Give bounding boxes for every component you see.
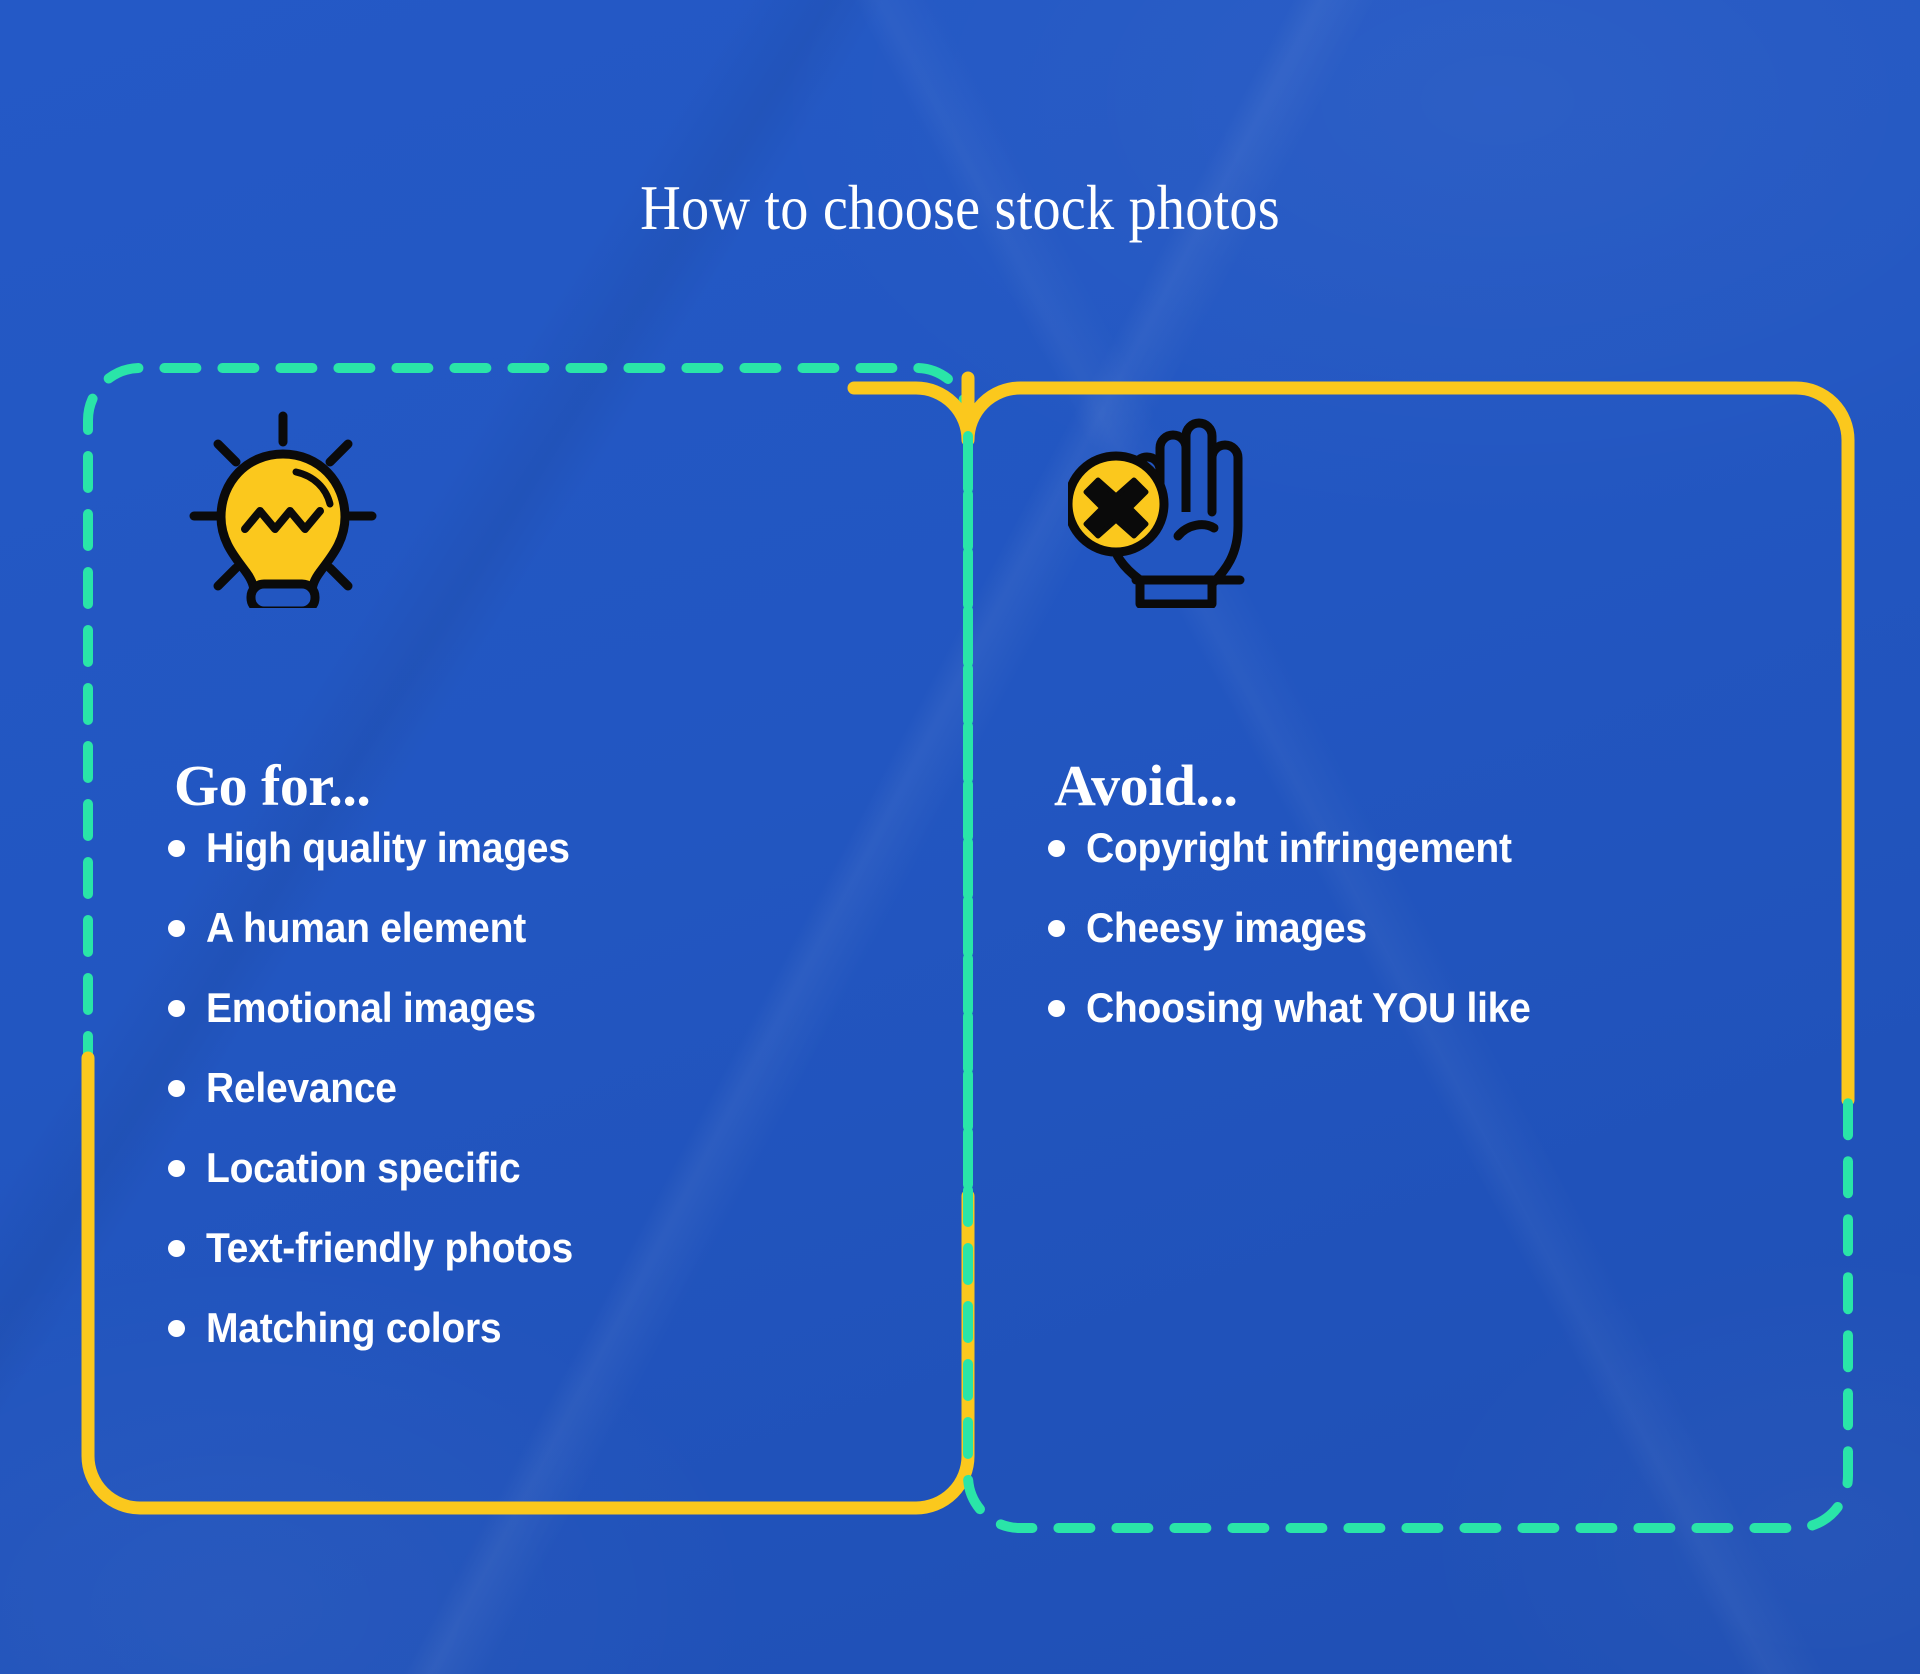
list-item: Cheesy images bbox=[1048, 888, 1564, 968]
bullet-dot-icon bbox=[1048, 999, 1065, 1017]
list-item-label: Choosing what YOU like bbox=[1086, 984, 1531, 1031]
bullet-dot-icon bbox=[168, 839, 185, 857]
bullet-dot-icon bbox=[168, 999, 185, 1017]
list-item-label: Emotional images bbox=[206, 984, 536, 1031]
bullet-dot-icon bbox=[168, 1159, 185, 1177]
list-item: Location specific bbox=[168, 1128, 601, 1208]
list-item-label: Location specific bbox=[206, 1144, 521, 1191]
list-item-label: Text-friendly photos bbox=[206, 1224, 573, 1271]
stop-hand-icon bbox=[1063, 408, 1268, 609]
bullet-dot-icon bbox=[1048, 839, 1065, 857]
list-item: Choosing what YOU like bbox=[1048, 968, 1564, 1048]
list-item: High quality images bbox=[168, 808, 601, 888]
bullet-dot-icon bbox=[168, 1319, 185, 1337]
list-item-label: Matching colors bbox=[206, 1304, 502, 1351]
bullet-dot-icon bbox=[168, 1079, 185, 1097]
card-avoid: Avoid... Copyright infringement Cheesy i… bbox=[847, 371, 1855, 1533]
list-item: Emotional images bbox=[168, 968, 601, 1048]
lightbulb-icon bbox=[188, 408, 378, 616]
bullet-dot-icon bbox=[168, 1239, 185, 1257]
list-item-label: High quality images bbox=[206, 824, 570, 871]
bullet-dot-icon bbox=[1048, 919, 1065, 937]
card-go-for: Go for... High quality images A human el… bbox=[81, 363, 975, 1515]
bullet-list-avoid: Copyright infringement Cheesy images Cho… bbox=[1048, 808, 1564, 1048]
list-item: Copyright infringement bbox=[1048, 808, 1564, 888]
bullet-dot-icon bbox=[168, 919, 185, 937]
list-item-label: Cheesy images bbox=[1086, 904, 1367, 951]
list-item-label: Copyright infringement bbox=[1086, 824, 1512, 871]
page-title: How to choose stock photos bbox=[640, 171, 1280, 243]
list-item: Relevance bbox=[168, 1048, 601, 1128]
list-item-label: A human element bbox=[206, 904, 526, 951]
list-item: A human element bbox=[168, 888, 601, 968]
bullet-list-go-for: High quality images A human element Emot… bbox=[168, 808, 601, 1368]
list-item: Matching colors bbox=[168, 1288, 601, 1368]
list-item: Text-friendly photos bbox=[168, 1208, 601, 1288]
list-item-label: Relevance bbox=[206, 1064, 397, 1111]
